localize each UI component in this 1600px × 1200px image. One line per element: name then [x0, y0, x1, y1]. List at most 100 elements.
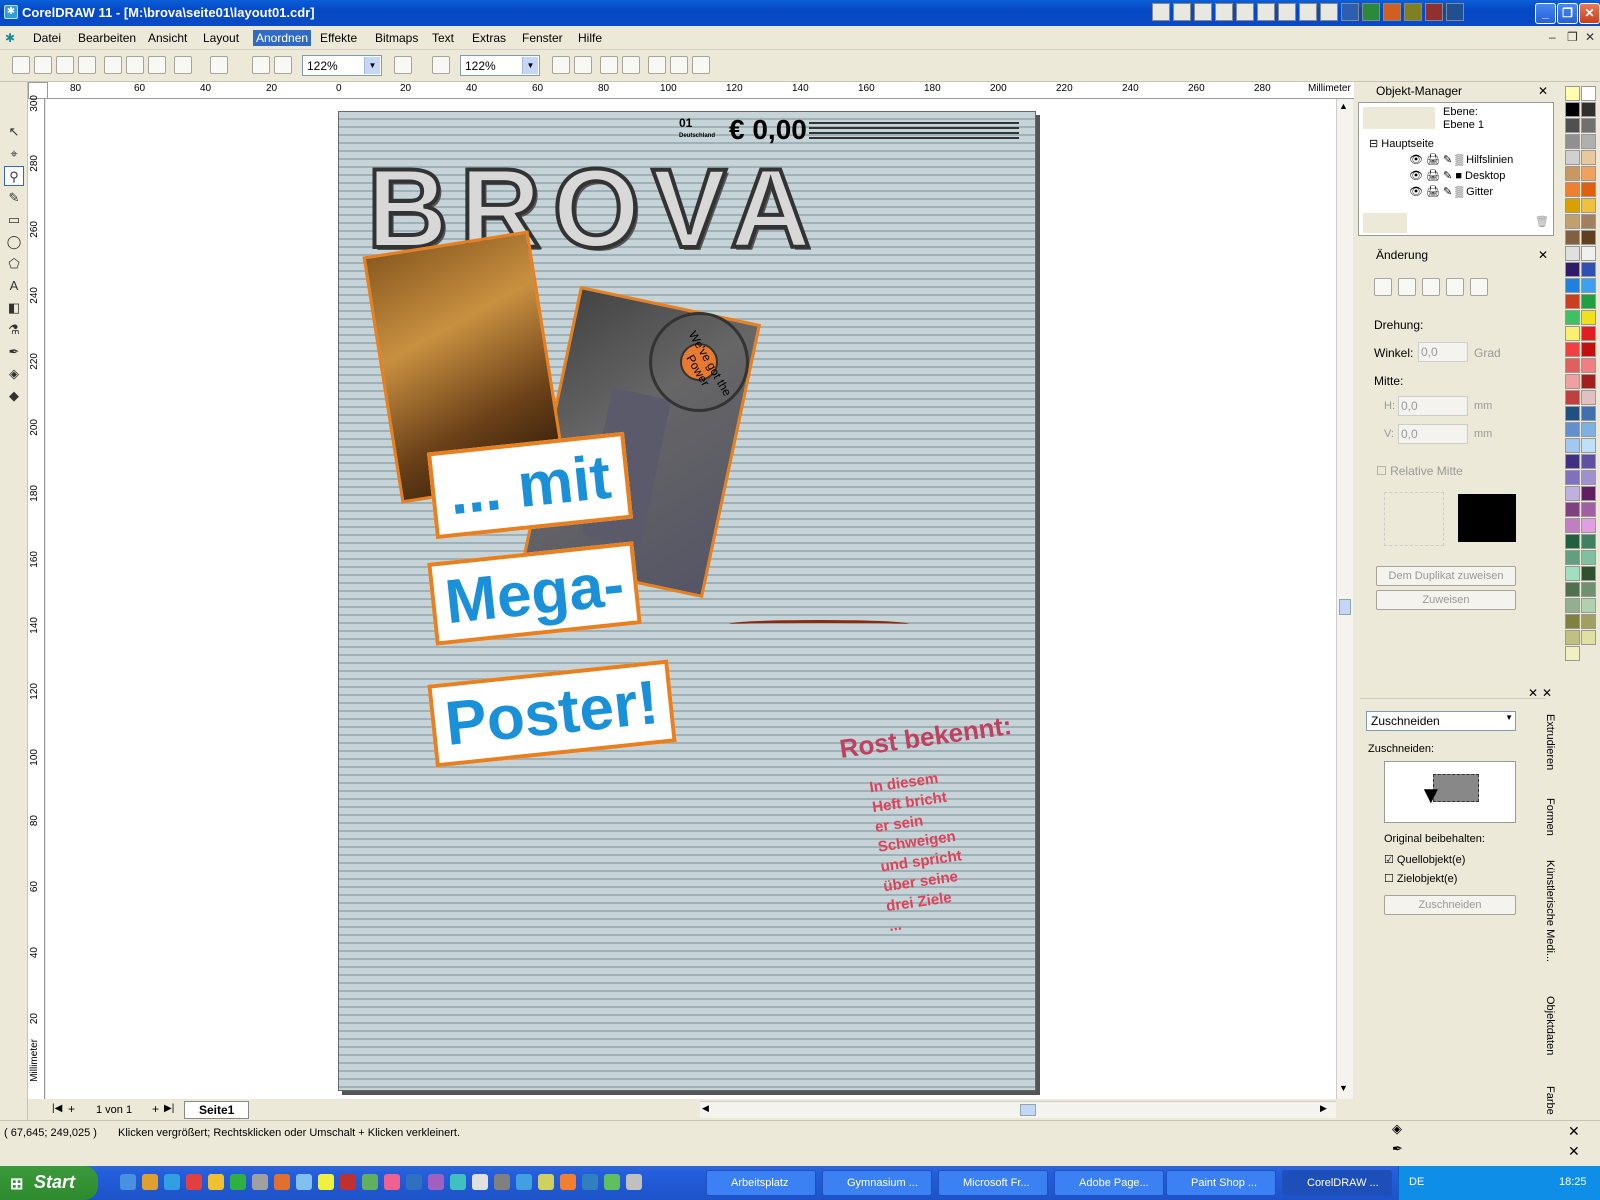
mail-icon[interactable] [1215, 3, 1233, 21]
vertical-scrollbar[interactable]: ▲ ▼ [1336, 99, 1353, 1099]
task-adobe-pagemaker[interactable]: Adobe Page... [1054, 1170, 1164, 1196]
scroll-left-icon[interactable]: ◀ [702, 1103, 709, 1114]
layer-row[interactable]: 👁 🖨 ✎ ■ Desktop [1409, 169, 1505, 182]
horizontal-ruler[interactable]: 80 60 40 20 0 20 40 60 80 100 120 140 16… [48, 82, 1354, 99]
power-stamp[interactable]: We've got the Power [649, 312, 749, 412]
app-icon[interactable] [1320, 3, 1338, 21]
color-swatch[interactable] [1581, 118, 1596, 133]
shape-apply-button[interactable]: Zuschneiden [1384, 895, 1516, 915]
fill-icon[interactable]: ◈ [1392, 1121, 1402, 1137]
color-swatch[interactable] [1581, 310, 1596, 325]
cut-icon[interactable] [104, 56, 122, 74]
color-swatch[interactable] [1565, 582, 1580, 597]
app-icon[interactable] [1236, 3, 1254, 21]
color-swatch[interactable] [1565, 86, 1580, 101]
fill-tool-icon[interactable]: ◈ [4, 364, 24, 384]
menu-layout[interactable]: Layout [203, 31, 239, 45]
color-swatch[interactable] [1581, 502, 1596, 517]
horizontal-scrollbar[interactable]: ◀ ▶ [700, 1101, 1336, 1118]
quick-launch-icon[interactable] [626, 1174, 642, 1190]
import-icon[interactable] [252, 56, 270, 74]
color-swatch[interactable] [1581, 230, 1596, 245]
undo-icon[interactable] [174, 56, 192, 74]
layer-row[interactable]: 👁 🖨 ✎ ▒ Gitter [1409, 185, 1493, 198]
color-swatch[interactable] [1565, 182, 1580, 197]
color-swatch[interactable] [1581, 598, 1596, 613]
color-swatch[interactable] [1565, 358, 1580, 373]
task-coreldraw[interactable]: CorelDRAW ... [1282, 1170, 1392, 1196]
color-swatch[interactable] [1581, 454, 1596, 469]
save-icon[interactable] [56, 56, 74, 74]
access-icon[interactable] [1425, 3, 1443, 21]
menu-anordnen[interactable]: Anordnen [253, 30, 312, 46]
quick-launch-icon[interactable] [450, 1174, 466, 1190]
skew-icon[interactable] [1470, 278, 1488, 296]
polygon-tool-icon[interactable]: ⬠ [4, 254, 24, 274]
redo-icon[interactable] [210, 56, 228, 74]
first-page-icon[interactable]: |◀ [52, 1103, 62, 1114]
color-swatch[interactable] [1581, 246, 1596, 261]
color-swatch[interactable] [1581, 86, 1596, 101]
app-icon[interactable] [1194, 3, 1212, 21]
zoom-height-icon[interactable] [692, 56, 710, 74]
size-icon[interactable] [1446, 278, 1464, 296]
excel-icon[interactable] [1362, 3, 1380, 21]
color-swatch[interactable] [1581, 102, 1596, 117]
ellipse-tool-icon[interactable]: ◯ [4, 232, 24, 252]
angle-input[interactable]: 0,0 [1418, 342, 1468, 362]
rotate-icon[interactable] [1398, 278, 1416, 296]
h-input[interactable]: 0,0 [1398, 396, 1468, 416]
language-indicator[interactable]: DE [1409, 1176, 1424, 1188]
color-swatch[interactable] [1565, 230, 1580, 245]
scroll-down-icon[interactable]: ▼ [1339, 1083, 1348, 1093]
zoom-level-select[interactable]: 122% ▼ [460, 55, 540, 76]
tab-extrudieren[interactable]: Extrudieren [1538, 714, 1556, 770]
color-swatch[interactable] [1581, 326, 1596, 341]
trash-icon[interactable]: 🗑 [1535, 215, 1549, 228]
new-icon[interactable] [12, 56, 30, 74]
color-swatch[interactable] [1565, 406, 1580, 421]
pick-tool-icon[interactable]: ↖ [4, 122, 24, 142]
color-swatch[interactable] [1565, 374, 1580, 389]
quick-launch-icon[interactable] [406, 1174, 422, 1190]
quick-launch-icon[interactable] [318, 1174, 334, 1190]
color-swatch[interactable] [1565, 214, 1580, 229]
color-swatch[interactable] [1565, 534, 1580, 549]
quick-launch-icon[interactable] [384, 1174, 400, 1190]
color-swatch[interactable] [1581, 358, 1596, 373]
color-swatch[interactable] [1565, 134, 1580, 149]
target-checkbox[interactable]: ☐ Zielobjekt(e) [1384, 872, 1457, 885]
add-page-after-icon[interactable]: + [152, 1102, 159, 1116]
color-swatch[interactable] [1581, 166, 1596, 181]
color-swatch[interactable] [1565, 646, 1580, 661]
quick-launch-icon[interactable] [164, 1174, 180, 1190]
quick-launch-icon[interactable] [472, 1174, 488, 1190]
color-swatch[interactable] [1581, 534, 1596, 549]
color-swatch[interactable] [1565, 294, 1580, 309]
menu-bitmaps[interactable]: Bitmaps [375, 31, 418, 45]
color-swatch[interactable] [1581, 262, 1596, 277]
color-swatch[interactable] [1565, 150, 1580, 165]
color-swatch[interactable] [1581, 150, 1596, 165]
color-swatch[interactable] [1581, 470, 1596, 485]
menu-extras[interactable]: Extras [472, 31, 506, 45]
color-swatch[interactable] [1581, 630, 1596, 645]
color-swatch[interactable] [1565, 630, 1580, 645]
color-swatch[interactable] [1565, 278, 1580, 293]
vertical-ruler[interactable]: 300 280 260 240 220 200 180 160 140 120 … [28, 95, 45, 1099]
rectangle-tool-icon[interactable]: ▭ [4, 210, 24, 230]
menu-bearbeiten[interactable]: Bearbeiten [78, 31, 136, 45]
paste-icon[interactable] [148, 56, 166, 74]
color-swatch[interactable] [1581, 566, 1596, 581]
coreldraw-icon[interactable]: ✱ [4, 5, 18, 19]
zoom-width-icon[interactable] [670, 56, 688, 74]
quick-launch-icon[interactable] [582, 1174, 598, 1190]
doc-close-icon[interactable]: ✕ [1585, 30, 1595, 44]
doc-restore-icon[interactable]: ❐ [1567, 30, 1578, 44]
tab-formen[interactable]: Formen [1538, 798, 1556, 836]
tab-farbe[interactable]: Farbe [1538, 1086, 1556, 1115]
quick-launch-icon[interactable] [538, 1174, 554, 1190]
quick-launch-icon[interactable] [252, 1174, 268, 1190]
color-swatch[interactable] [1581, 390, 1596, 405]
menu-hilfe[interactable]: Hilfe [578, 31, 602, 45]
